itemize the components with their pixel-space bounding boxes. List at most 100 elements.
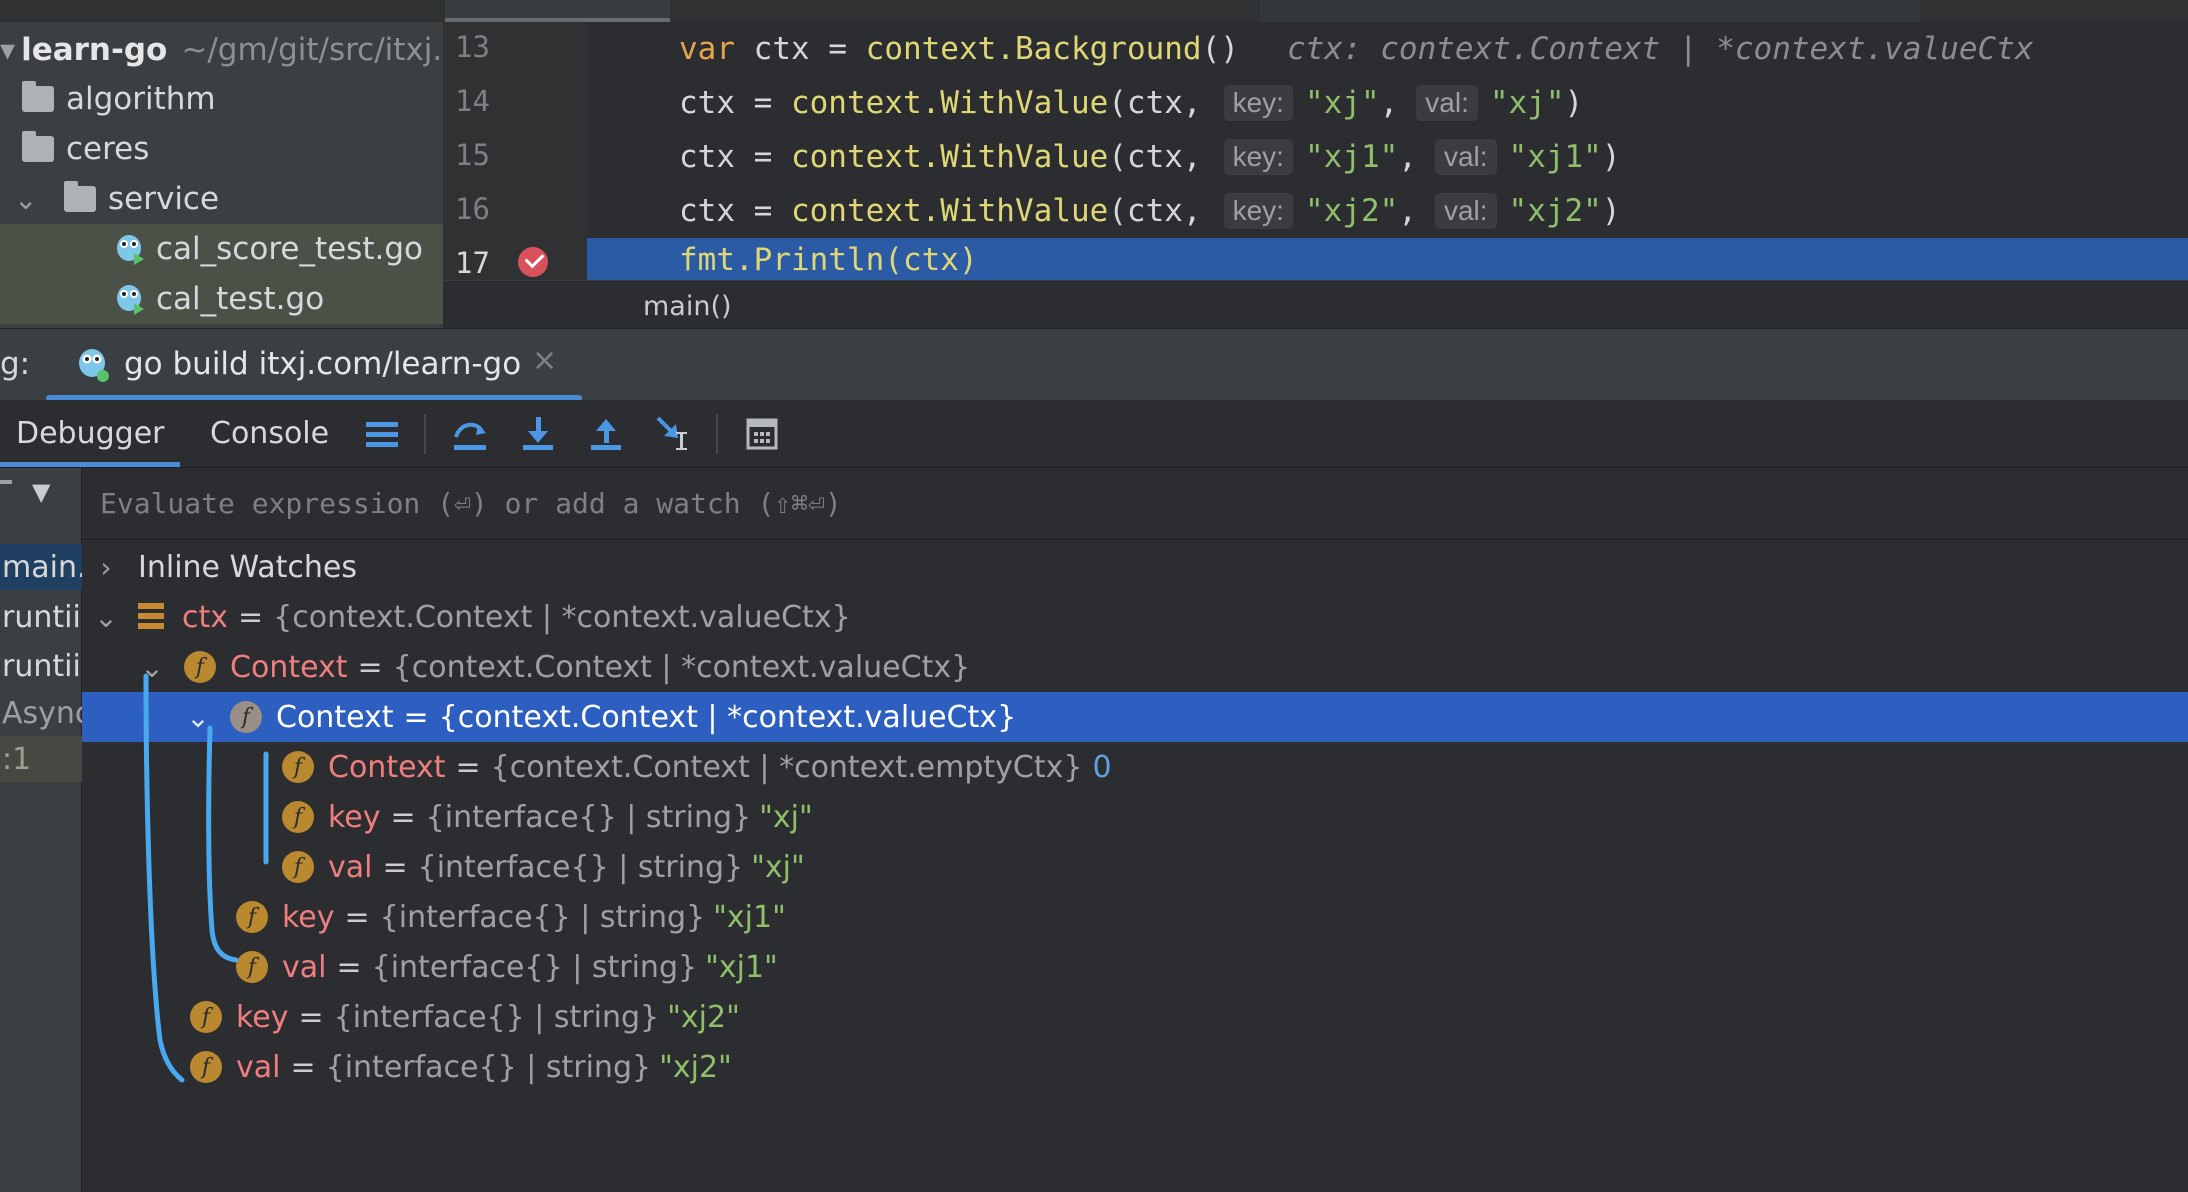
code-line-17-execution-point[interactable]: fmt.Println(ctx) xyxy=(587,238,2188,280)
tree-item-service[interactable]: ⌄ service xyxy=(0,174,443,224)
field-icon: f xyxy=(184,651,216,683)
field-icon: f xyxy=(282,801,314,833)
debugger-toolbar: Debugger Console xyxy=(0,400,2188,468)
evaluate-expression-icon[interactable] xyxy=(740,412,784,456)
string-literal: "xj2" xyxy=(1304,193,1399,229)
parameter-hint: val: xyxy=(1434,139,1497,175)
code-line-16[interactable]: ctx = context.WithValue (ctx, key: "xj2", … xyxy=(587,184,2188,238)
fold-column xyxy=(565,22,587,280)
string-literal: "xj" xyxy=(1304,85,1380,121)
field-icon: f xyxy=(236,901,268,933)
line-number: 16 xyxy=(455,192,490,226)
editor-tab[interactable] xyxy=(910,0,1260,22)
tree-item-label: ceres xyxy=(66,131,150,167)
editor-tab[interactable] xyxy=(670,0,910,22)
editor-tab-main[interactable] xyxy=(445,0,670,22)
editor-tab-strip xyxy=(0,0,2188,22)
field-icon: f xyxy=(230,701,262,733)
line-number: 14 xyxy=(455,84,490,118)
parameter-hint: val: xyxy=(1416,85,1478,121)
folder-icon xyxy=(22,81,54,112)
code-text: ) xyxy=(1601,193,1621,229)
var-val-xj2[interactable]: f val = {interface{} | string} "xj2" xyxy=(82,1042,2188,1092)
var-type: {context.Context | *context.emptyCtx} xyxy=(490,749,1083,785)
frame-item[interactable]: runtii xyxy=(0,594,82,640)
tree-item-cal-score-test[interactable]: cal_score_test.go xyxy=(0,224,443,274)
chevron-down-icon[interactable]: ⌄ xyxy=(184,701,212,734)
var-key-xj1[interactable]: f key = {interface{} | string} "xj1" xyxy=(82,892,2188,942)
var-context-1[interactable]: ⌄ f Context = {context.Context | *context.… xyxy=(82,642,2188,692)
string-literal: "xj1" xyxy=(1304,139,1399,175)
chevron-down-icon[interactable]: ⌄ xyxy=(138,651,166,684)
run-config-tab[interactable]: go build itxj.com/learn-go × xyxy=(46,329,582,401)
frame-item[interactable]: main. xyxy=(0,544,82,590)
editor-tab[interactable] xyxy=(1260,0,1500,22)
var-value: "xj2" xyxy=(667,999,740,1035)
code-line-13[interactable]: var ctx = context.Background() ctx: cont… xyxy=(587,22,2188,76)
var-inline-watches[interactable]: › Inline Watches xyxy=(82,542,2188,592)
breadcrumb[interactable]: main() xyxy=(443,280,2188,328)
string-literal: "xj" xyxy=(1489,85,1565,121)
var-val-xj[interactable]: f val = {interface{} | string} "xj" xyxy=(82,842,2188,892)
close-icon[interactable]: × xyxy=(532,343,557,378)
field-icon: f xyxy=(282,751,314,783)
step-into-icon[interactable] xyxy=(516,412,560,456)
breakpoint-icon[interactable] xyxy=(518,247,548,277)
parameter-hint: key: xyxy=(1223,193,1293,229)
code-line-15[interactable]: ctx = context.WithValue (ctx, key: "xj1", … xyxy=(587,130,2188,184)
var-name: key xyxy=(236,999,289,1035)
tab-console[interactable]: Console xyxy=(210,416,329,451)
step-out-icon[interactable] xyxy=(584,412,628,456)
var-ctx[interactable]: ⌄ ctx = {context.Context | *context.valueC… xyxy=(82,592,2188,642)
function-call: context.Background xyxy=(865,31,1202,67)
var-name: val xyxy=(236,1049,281,1085)
tree-root-path: ~/gm/git/src/itxj. xyxy=(181,32,443,68)
var-val-xj1[interactable]: f val = {interface{} | string} "xj1" xyxy=(82,942,2188,992)
frame-label: runtii xyxy=(2,599,81,635)
go-run-icon xyxy=(76,347,110,387)
tree-item-label: service xyxy=(108,181,220,217)
string-literal: "xj2" xyxy=(1508,193,1602,229)
code-text: (ctx, xyxy=(1108,139,1202,175)
var-key-xj2[interactable]: f key = {interface{} | string} "xj2" xyxy=(82,992,2188,1042)
frame-item[interactable]: runtii xyxy=(0,643,82,689)
var-context-3[interactable]: f Context = {context.Context | *context.em… xyxy=(82,742,2188,792)
var-type: {interface{} | string} xyxy=(379,899,706,935)
code-line-14[interactable]: ctx = context.WithValue (ctx, key: "xj", v… xyxy=(587,76,2188,130)
var-key-xj[interactable]: f key = {interface{} | string} "xj" xyxy=(82,792,2188,842)
var-name: key xyxy=(328,799,381,835)
var-type: {context.Context | *context.valueCtx} xyxy=(273,599,851,635)
line-number: 17 xyxy=(455,246,490,280)
var-type: {context.Context | *context.valueCtx} xyxy=(392,649,971,685)
var-type: {context.Context | *context.valueCtx} xyxy=(438,699,1017,735)
tab-debugger[interactable]: Debugger xyxy=(16,416,165,451)
tree-item-label: cal_test.go xyxy=(156,281,325,317)
frame-item-async[interactable]: Async xyxy=(0,690,82,736)
chevron-down-icon[interactable]: ⌄ xyxy=(92,601,120,634)
var-name: ctx xyxy=(182,599,229,635)
frame-label: :1 xyxy=(2,741,32,777)
line-number: 15 xyxy=(455,138,490,172)
debug-tool-window-header: g: go build itxj.com/learn-go × xyxy=(0,328,2188,401)
code-text: ctx = xyxy=(679,139,791,175)
field-icon: f xyxy=(236,951,268,983)
evaluate-expression-input[interactable] xyxy=(100,478,1800,528)
layout-menu-icon[interactable] xyxy=(360,412,404,456)
run-to-cursor-icon[interactable] xyxy=(652,412,696,456)
tree-root-learn-go[interactable]: ▾ learn-go ~/gm/git/src/itxj. xyxy=(0,25,443,75)
tree-item-cal-test[interactable]: cal_test.go xyxy=(0,274,443,324)
tree-item-algorithm[interactable]: algorithm xyxy=(0,74,443,124)
code-text: () xyxy=(1201,31,1239,67)
frame-item[interactable]: :1 xyxy=(0,736,82,782)
chevron-down-icon[interactable]: ▼ xyxy=(32,478,50,506)
tree-item-label: algorithm xyxy=(66,81,216,117)
var-context-2-selected[interactable]: ⌄ f Context = {context.Context | *context.… xyxy=(82,692,2188,742)
step-over-icon[interactable] xyxy=(448,412,492,456)
chevron-right-icon[interactable]: › xyxy=(92,551,120,584)
keyword: var xyxy=(679,31,735,67)
editor-tab[interactable] xyxy=(1500,0,1920,22)
collapse-icon[interactable] xyxy=(0,480,12,484)
var-value: 0 xyxy=(1092,749,1112,785)
tree-item-ceres[interactable]: ceres xyxy=(0,124,443,174)
field-icon: f xyxy=(190,1001,222,1033)
